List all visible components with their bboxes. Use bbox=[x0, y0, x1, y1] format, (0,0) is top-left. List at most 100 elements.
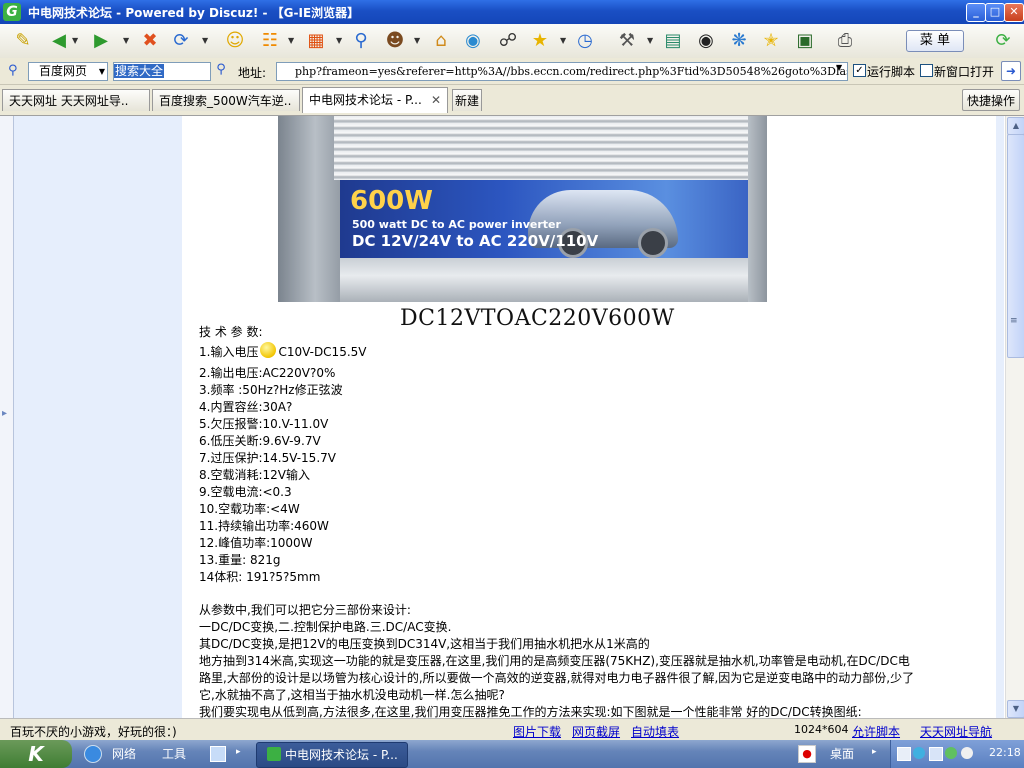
desktop-quicklaunch-icon[interactable] bbox=[210, 746, 226, 762]
spec-item: 12.峰值功率:1000W bbox=[199, 536, 313, 550]
run-script-checkbox[interactable]: ✓ bbox=[853, 64, 866, 77]
image-download-link[interactable]: 图片下载 bbox=[513, 723, 561, 740]
rss-dropdown-icon[interactable]: ▼ bbox=[288, 36, 296, 46]
url-input[interactable]: php?frameon=yes&referer=http%3A//bbs.ecc… bbox=[276, 62, 848, 81]
user-icon[interactable]: ☻ bbox=[382, 28, 408, 54]
bookmark-star-icon[interactable]: ✭ bbox=[758, 28, 784, 54]
refresh-dropdown-icon[interactable]: ▼ bbox=[202, 36, 210, 46]
close-button[interactable]: ✕ bbox=[1004, 3, 1024, 22]
search-input[interactable]: 搜索大全 bbox=[113, 62, 211, 81]
books-icon[interactable]: ▤ bbox=[660, 28, 686, 54]
close-tab-icon[interactable]: ✕ bbox=[431, 88, 441, 112]
tab-bar: 天天网址 天天网址导.. 百度搜索_500W汽车逆.. 中电网技术论坛 - P.… bbox=[0, 85, 1024, 116]
inverter-wattage: 600W bbox=[350, 186, 433, 216]
search-icon[interactable]: ⚲ bbox=[348, 28, 374, 54]
maximize-button[interactable]: □ bbox=[985, 3, 1005, 22]
cart-icon[interactable]: ☍ bbox=[495, 28, 521, 54]
clock[interactable]: 22:18 bbox=[989, 746, 1021, 759]
home-icon[interactable]: ⌂ bbox=[428, 28, 454, 54]
model-caption: DC12VTOAC220V600W bbox=[400, 306, 675, 331]
left-collapse-bar[interactable]: ▸ bbox=[0, 116, 14, 718]
minimize-button[interactable]: _ bbox=[966, 3, 986, 22]
tray-keyboard-icon[interactable] bbox=[929, 747, 943, 761]
screenshot-link[interactable]: 网页截屏 bbox=[572, 723, 620, 740]
star-icon[interactable]: ★ bbox=[527, 28, 553, 54]
tab-tiantian[interactable]: 天天网址 天天网址导.. bbox=[2, 89, 150, 111]
tab-eccn-forum[interactable]: 中电网技术论坛 - P... ✕ bbox=[302, 87, 448, 113]
star-dropdown-icon[interactable]: ▼ bbox=[560, 36, 568, 46]
spec-item: 2.输出电压:AC220V?0% bbox=[199, 366, 336, 380]
search-input-value: 搜索大全 bbox=[114, 64, 165, 78]
browser-quicklaunch-icon[interactable] bbox=[84, 745, 102, 763]
spec-item: 7.过压保护:14.5V-15.7V bbox=[199, 451, 336, 465]
history-icon[interactable]: ◷ bbox=[572, 28, 598, 54]
print-icon[interactable]: ⎙ bbox=[832, 28, 858, 54]
scroll-up-icon[interactable]: ▲ bbox=[1007, 117, 1024, 135]
status-message[interactable]: 百玩不厌的小游戏，好玩的很：) bbox=[10, 723, 177, 740]
inverter-base bbox=[340, 258, 748, 302]
inverter-spec-line: DC 12V/24V to AC 220V/110V bbox=[352, 232, 599, 250]
right-panel bbox=[996, 116, 1004, 718]
network-icon[interactable]: ❋ bbox=[726, 28, 752, 54]
tools-icon[interactable]: ⚒ bbox=[614, 28, 640, 54]
forward-icon[interactable]: ▶ bbox=[88, 28, 114, 54]
refresh-icon[interactable]: ⟳ bbox=[168, 28, 194, 54]
quick-ops-button[interactable]: 快捷操作 bbox=[962, 89, 1020, 111]
browser-logo-icon bbox=[267, 747, 281, 761]
tray-network-icon[interactable] bbox=[913, 747, 925, 759]
inverter-desc: 500 watt DC to AC power inverter bbox=[352, 218, 561, 231]
taskbar-network[interactable]: 网络 bbox=[112, 743, 136, 765]
user-dropdown-icon[interactable]: ▼ bbox=[414, 36, 422, 46]
chevron-right-icon[interactable]: ▸ bbox=[236, 747, 241, 757]
taskbar: K 网络 工具 ▸ 中电网技术论坛 - P... ● 桌面 ▸ 22:18 bbox=[0, 740, 1024, 768]
taskbar-tools[interactable]: 工具 bbox=[162, 743, 186, 765]
new-tab-button[interactable]: 新建 bbox=[452, 89, 482, 111]
inverter-fins bbox=[334, 116, 756, 180]
reload-icon[interactable]: ⟳ bbox=[990, 28, 1016, 54]
left-panel bbox=[14, 116, 182, 718]
chevron-down-icon: ▼ bbox=[98, 67, 105, 76]
taskbar-active-window[interactable]: 中电网技术论坛 - P... bbox=[256, 742, 408, 768]
url-dropdown-icon[interactable]: ▼ bbox=[836, 63, 842, 72]
paragraph-line: 它,水就抽不高了,这相当于抽水机没电动机一样.怎么抽呢? bbox=[199, 688, 505, 702]
back-dropdown-icon[interactable]: ▼ bbox=[72, 36, 80, 46]
title-bar[interactable]: G 中电网技术论坛 - Powered by Discuz! - 【G-IE浏览… bbox=[0, 0, 1024, 24]
start-button[interactable]: K bbox=[0, 740, 72, 768]
panda-icon[interactable]: ◉ bbox=[693, 28, 719, 54]
messenger-icon[interactable]: ◉ bbox=[460, 28, 486, 54]
favorites-dropdown-icon[interactable]: ▼ bbox=[336, 36, 344, 46]
scroll-down-icon[interactable]: ▼ bbox=[1007, 700, 1024, 718]
new-page-icon[interactable]: ✎ bbox=[10, 28, 36, 54]
forward-dropdown-icon[interactable]: ▼ bbox=[123, 36, 131, 46]
taskbar-desktop[interactable]: 桌面 bbox=[830, 743, 854, 765]
inverter-cap-left bbox=[278, 116, 340, 302]
gallery-icon[interactable]: ▣ bbox=[792, 28, 818, 54]
chevron-right-icon[interactable]: ▸ bbox=[872, 747, 877, 757]
tray-volume-icon[interactable] bbox=[961, 747, 973, 759]
run-script-label: 运行脚本 bbox=[867, 65, 916, 79]
go-arrow-icon[interactable]: ➜ bbox=[1001, 61, 1021, 81]
search-engine-select[interactable]: 百度网页 ▼ bbox=[28, 62, 108, 81]
search-engine-value: 百度网页 bbox=[39, 64, 88, 78]
tools-dropdown-icon[interactable]: ▼ bbox=[647, 36, 655, 46]
smiley-icon[interactable]: ☺ bbox=[222, 28, 248, 54]
menu-button[interactable]: 菜 单 bbox=[906, 30, 964, 52]
spec-item: 11.持续输出功率:460W bbox=[199, 519, 329, 533]
active-task-label: 中电网技术论坛 - P... bbox=[285, 748, 398, 762]
favorites-bar-icon[interactable]: ▦ bbox=[303, 28, 329, 54]
nav-site-link[interactable]: 天天网址导航 bbox=[920, 723, 992, 740]
input-method-icon[interactable]: ● bbox=[798, 745, 816, 763]
back-icon[interactable]: ◀ bbox=[46, 28, 72, 54]
search-go-icon[interactable]: ⚲ bbox=[212, 62, 230, 80]
tray-security-icon[interactable] bbox=[945, 747, 957, 759]
allow-script-link[interactable]: 允许脚本 bbox=[852, 723, 900, 740]
expand-arrow-icon[interactable]: ▸ bbox=[2, 408, 7, 419]
stop-icon[interactable]: ✖ bbox=[137, 28, 163, 54]
inverter-cap-right bbox=[748, 116, 767, 302]
autofill-link[interactable]: 自动填表 bbox=[631, 723, 679, 740]
new-window-checkbox[interactable] bbox=[920, 64, 933, 77]
tray-app-icon[interactable] bbox=[897, 747, 911, 761]
tab-baidu-search[interactable]: 百度搜索_500W汽车逆.. bbox=[152, 89, 300, 111]
vertical-scrollbar[interactable]: ▲ ≡ ▼ bbox=[1005, 116, 1024, 718]
rss-icon[interactable]: ☷ bbox=[257, 28, 283, 54]
